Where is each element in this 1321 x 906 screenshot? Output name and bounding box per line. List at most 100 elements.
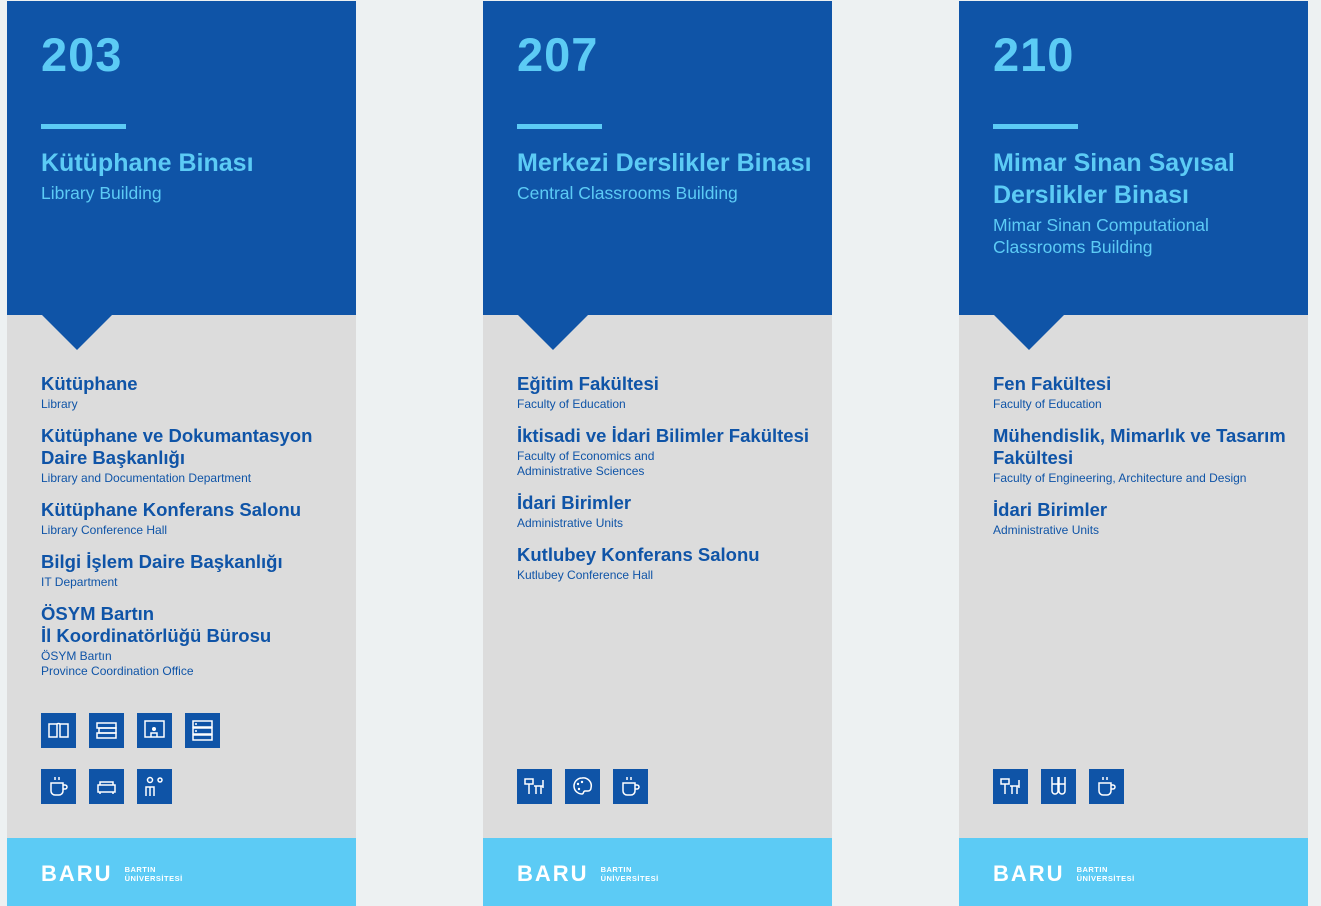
logo-line-1: BARTIN <box>600 865 632 874</box>
building-subtitle: Central Classrooms Building <box>517 183 738 203</box>
university-logo: BARU BARTIN ÜNİVERSİTESİ <box>517 861 659 887</box>
logo-line-1: BARTIN <box>1076 865 1108 874</box>
icon-row <box>517 769 648 804</box>
icon-row <box>41 769 172 804</box>
unit-name-en: IT Department <box>41 575 118 589</box>
logo-line-2: ÜNİVERSİTESİ <box>1076 874 1135 883</box>
unit-name-en: Library Conference Hall <box>41 523 168 537</box>
lounge-sofa-icon <box>89 769 124 804</box>
building-number: 207 <box>517 28 599 81</box>
unit-name-en: ÖSYM Bartın Province Coordination Office <box>41 649 194 678</box>
building-number: 210 <box>993 28 1075 81</box>
laboratory-icon <box>1041 769 1076 804</box>
building-title-text: Merkezi Derslikler Binası <box>517 149 812 177</box>
building-title: Merkezi Derslikler Binası Central Classro… <box>517 147 817 204</box>
unit-name-tr: Kütüphane Konferans Salonu <box>41 499 302 520</box>
building-header: 210 Mimar Sinan Sayısal Derslikler Binası… <box>959 1 1308 315</box>
unit-name-tr: Kütüphane ve Dokumantasyon Daire Başkanl… <box>41 425 313 468</box>
unit-name-en: Faculty of Economics and Administrative … <box>517 449 655 478</box>
building-title-text: Mimar Sinan Sayısal Derslikler Binası <box>993 149 1235 209</box>
logo-wordmark: BARTIN ÜNİVERSİTESİ <box>601 865 659 883</box>
cafe-icon <box>41 769 76 804</box>
server-icon <box>185 713 220 748</box>
facility-icon-row <box>993 769 1124 825</box>
unit-item: Kütüphane ve Dokumantasyon Daire Başkanl… <box>41 425 341 486</box>
unit-name-tr: Kütüphane <box>41 373 138 394</box>
unit-name-tr: Bilgi İşlem Daire Başkanlığı <box>41 551 283 572</box>
unit-name-en: Administrative Units <box>517 516 624 530</box>
unit-name-tr: ÖSYM Bartın İl Koordinatörlüğü Bürosu <box>41 603 272 646</box>
book-icon <box>41 713 76 748</box>
books-icon <box>89 713 124 748</box>
cafe-icon <box>613 769 648 804</box>
unit-item: Bilgi İşlem Daire Başkanlığı IT Departmen… <box>41 551 341 590</box>
unit-item: Fen Fakültesi Faculty of Education <box>993 373 1293 412</box>
unit-name-en: Faculty of Education <box>993 397 1102 411</box>
building-header: 207 Merkezi Derslikler Binası Central Clas… <box>483 1 832 315</box>
unit-item: Eğitim Fakültesi Faculty of Education <box>517 373 817 412</box>
presentation-icon <box>137 713 172 748</box>
logo-mark: BARU <box>517 861 589 886</box>
logo-line-1: BARTIN <box>124 865 156 874</box>
unit-name-en: Kutlubey Conference Hall <box>517 568 654 582</box>
building-title: Mimar Sinan Sayısal Derslikler Binası Mim… <box>993 147 1293 258</box>
facility-icon-row <box>517 769 648 825</box>
unit-name-tr: İktisadi ve İdari Bilimler Fakültesi <box>517 425 810 446</box>
unit-name-tr: Kutlubey Konferans Salonu <box>517 544 760 565</box>
cafe-icon <box>1089 769 1124 804</box>
building-number: 203 <box>41 28 123 81</box>
unit-name-tr: Eğitim Fakültesi <box>517 373 659 394</box>
unit-item: İdari Birimler Administrative Units <box>517 492 817 531</box>
logo-line-2: ÜNİVERSİTESİ <box>124 874 183 883</box>
logo-mark: BARU <box>41 861 113 886</box>
logo-wordmark: BARTIN ÜNİVERSİTESİ <box>125 865 183 883</box>
unit-name-en: Library <box>41 397 78 411</box>
building-title-text: Kütüphane Binası <box>41 149 254 177</box>
icon-row <box>41 713 220 748</box>
building-title: Kütüphane Binası Library Building <box>41 147 341 204</box>
unit-item: Kütüphane Konferans Salonu Library Confer… <box>41 499 341 538</box>
unit-list: Eğitim Fakültesi Faculty of Education İkti… <box>517 373 817 596</box>
header-divider <box>41 124 126 129</box>
unit-list: Kütüphane Library Kütüphane ve Dokumantasy… <box>41 373 341 692</box>
header-pointer-arrow <box>42 315 112 350</box>
logo-line-2: ÜNİVERSİTESİ <box>600 874 659 883</box>
panel-footer: BARU BARTIN ÜNİVERSİTESİ <box>7 838 356 906</box>
header-pointer-arrow <box>994 315 1064 350</box>
unit-item: İktisadi ve İdari Bilimler Fakültesi Facu… <box>517 425 817 479</box>
panel-footer: BARU BARTIN ÜNİVERSİTESİ <box>959 838 1308 906</box>
university-logo: BARU BARTIN ÜNİVERSİTESİ <box>41 861 183 887</box>
unit-name-en: Library and Documentation Department <box>41 471 252 485</box>
icon-row <box>993 769 1124 804</box>
unit-name-en: Faculty of Engineering, Architecture and… <box>993 471 1247 485</box>
facility-icon-row <box>41 713 220 769</box>
logo-wordmark: BARTIN ÜNİVERSİTESİ <box>1077 865 1135 883</box>
art-studio-icon <box>565 769 600 804</box>
unit-item: Mühendislik, Mimarlık ve Tasarım Fakülte… <box>993 425 1293 486</box>
unit-name-tr: İdari Birimler <box>517 492 632 513</box>
reception-icon <box>137 769 172 804</box>
facility-icon-row <box>41 769 172 825</box>
university-logo: BARU BARTIN ÜNİVERSİTESİ <box>993 861 1135 887</box>
unit-name-en: Faculty of Education <box>517 397 626 411</box>
building-panel-210: 210 Mimar Sinan Sayısal Derslikler Binası… <box>959 1 1308 906</box>
building-panel-207: 207 Merkezi Derslikler Binası Central Clas… <box>483 1 832 906</box>
unit-item: İdari Birimler Administrative Units <box>993 499 1293 538</box>
unit-name-en: Administrative Units <box>993 523 1100 537</box>
header-divider <box>993 124 1078 129</box>
header-divider <box>517 124 602 129</box>
classroom-icon <box>517 769 552 804</box>
unit-name-tr: Fen Fakültesi <box>993 373 1112 394</box>
header-pointer-arrow <box>518 315 588 350</box>
unit-name-tr: Mühendislik, Mimarlık ve Tasarım Fakülte… <box>993 425 1286 468</box>
unit-name-tr: İdari Birimler <box>993 499 1108 520</box>
unit-list: Fen Fakültesi Faculty of Education Mühendi… <box>993 373 1293 551</box>
building-header: 203 Kütüphane Binası Library Building <box>7 1 356 315</box>
unit-item: ÖSYM Bartın İl Koordinatörlüğü Bürosu ÖSY… <box>41 603 341 679</box>
unit-item: Kütüphane Library <box>41 373 341 412</box>
logo-mark: BARU <box>993 861 1065 886</box>
building-subtitle: Library Building <box>41 183 162 203</box>
classroom-icon <box>993 769 1028 804</box>
building-subtitle: Mimar Sinan Computational Classrooms Bui… <box>993 215 1209 257</box>
panel-footer: BARU BARTIN ÜNİVERSİTESİ <box>483 838 832 906</box>
